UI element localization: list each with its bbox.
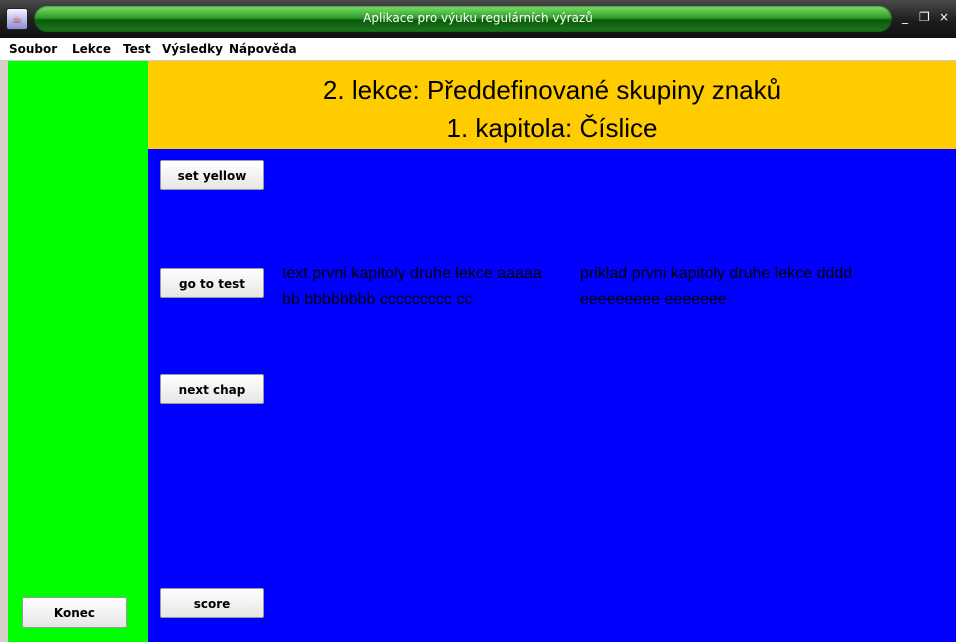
example-text: priklad prvni kapitoly druhe lekce dddd … (580, 265, 853, 308)
left-panel: Konec (8, 61, 148, 642)
menu-test[interactable]: Test (123, 42, 151, 56)
lesson-header: 2. lekce: Předdefinované skupiny znaků 1… (148, 61, 956, 149)
maximize-icon[interactable]: ❐ (919, 10, 930, 24)
lesson-text: text prvni kapitoly druhe lekce aaaaa bb… (282, 265, 542, 308)
menu-vysledky[interactable]: Výsledky (162, 42, 223, 56)
close-icon[interactable]: × (939, 10, 949, 24)
set-yellow-button[interactable]: set yellow (160, 160, 264, 190)
app-window: ☕ Aplikace pro výuku regulárních výrazů … (0, 0, 956, 642)
konec-button[interactable]: Konec (22, 597, 127, 628)
title-bar[interactable]: ☕ Aplikace pro výuku regulárních výrazů … (0, 0, 956, 38)
menu-bar: Soubor Lekce Test Výsledky Nápověda (0, 38, 956, 61)
menu-lekce[interactable]: Lekce (72, 42, 111, 56)
score-button[interactable]: score (160, 588, 264, 618)
lesson-title: 2. lekce: Předdefinované skupiny znaků (322, 75, 782, 105)
menu-soubor[interactable]: Soubor (9, 42, 57, 56)
content-area: Konec 2. lekce: Předdefinované skupiny z… (8, 61, 956, 642)
menu-napoveda[interactable]: Nápověda (229, 42, 297, 56)
chapter-title: 1. kapitola: Číslice (446, 113, 658, 143)
main-panel: set yellow go to test next chap score te… (148, 149, 956, 642)
window-title: Aplikace pro výuku regulárních výrazů (363, 11, 593, 25)
next-chap-button[interactable]: next chap (160, 374, 264, 404)
minimize-icon[interactable]: _ (902, 10, 908, 24)
go-to-test-button[interactable]: go to test (160, 268, 264, 298)
